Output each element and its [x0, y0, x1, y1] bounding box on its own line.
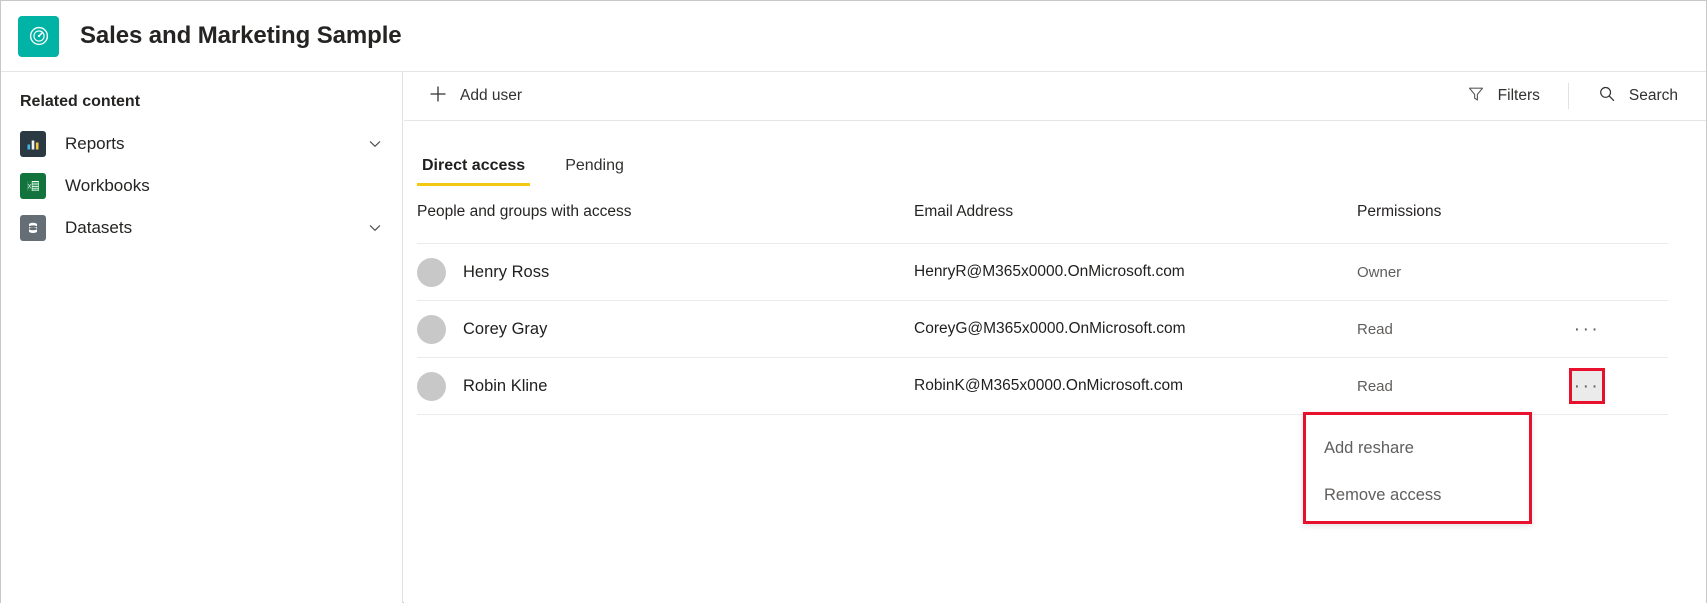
access-tabs: Direct access Pending [404, 133, 1706, 186]
bar-chart-icon [20, 131, 46, 157]
sidebar-item-label: Datasets [65, 218, 367, 238]
actions-cell: ··· [1572, 371, 1668, 401]
row-context-menu: Add reshare Remove access [1303, 412, 1532, 524]
sidebar-heading: Related content [20, 93, 402, 111]
command-bar: Add user Filters [404, 72, 1706, 121]
table-header-row: People and groups with access Email Addr… [417, 203, 1668, 244]
permission-cell: Read [1357, 321, 1572, 338]
sidebar-item-reports[interactable]: Reports [1, 123, 402, 165]
more-options-icon[interactable]: ··· [1572, 371, 1602, 401]
email-cell: HenryR@M365x0000.OnMicrosoft.com [914, 263, 1357, 281]
search-label: Search [1629, 87, 1678, 105]
page-title: Sales and Marketing Sample [80, 22, 402, 50]
app-header: Sales and Marketing Sample [1, 1, 1706, 72]
add-user-button[interactable]: Add user [422, 79, 528, 113]
column-header-permissions: Permissions [1357, 203, 1572, 221]
filters-button[interactable]: Filters [1460, 79, 1546, 113]
email-cell: CoreyG@M365x0000.OnMicrosoft.com [914, 320, 1357, 338]
avatar [417, 258, 446, 287]
actions-cell: ··· [1572, 314, 1668, 344]
more-options-icon[interactable]: ··· [1572, 314, 1602, 344]
chevron-down-icon[interactable] [367, 220, 383, 236]
sidebar-item-label: Workbooks [65, 176, 383, 196]
sidebar-item-label: Reports [65, 134, 367, 154]
database-icon [20, 215, 46, 241]
column-header-people: People and groups with access [417, 203, 914, 221]
person-cell: Robin Kline [417, 372, 914, 401]
table-row[interactable]: Robin Kline RobinK@M365x0000.OnMicrosoft… [417, 358, 1668, 415]
gauge-icon [18, 16, 59, 57]
sidebar-nav-list: Reports X [1, 123, 402, 249]
excel-workbook-icon: X [20, 173, 46, 199]
permission-cell: Owner [1357, 264, 1572, 281]
search-button[interactable]: Search [1591, 79, 1684, 113]
plus-icon [428, 84, 448, 109]
svg-text:X: X [27, 184, 31, 190]
filters-label: Filters [1498, 87, 1540, 105]
permission-cell: Read [1357, 378, 1572, 395]
command-bar-divider [1568, 83, 1569, 109]
menu-item-remove-access[interactable]: Remove access [1306, 472, 1529, 519]
table-row[interactable]: Henry Ross HenryR@M365x0000.OnMicrosoft.… [417, 244, 1668, 301]
avatar [417, 372, 446, 401]
related-content-sidebar: Related content Reports [1, 72, 403, 603]
chevron-down-icon[interactable] [367, 136, 383, 152]
menu-item-add-reshare[interactable]: Add reshare [1306, 425, 1529, 472]
person-cell: Corey Gray [417, 315, 914, 344]
person-cell: Henry Ross [417, 258, 914, 287]
access-table: People and groups with access Email Addr… [417, 203, 1668, 415]
funnel-icon [1466, 84, 1486, 109]
tab-label: Direct access [422, 157, 525, 174]
share-permissions-window: Sales and Marketing Sample Related conte… [0, 0, 1707, 603]
command-bar-right: Filters Search [1460, 79, 1684, 113]
add-user-label: Add user [460, 87, 522, 105]
search-icon [1597, 84, 1617, 109]
email-cell: RobinK@M365x0000.OnMicrosoft.com [914, 377, 1357, 395]
sidebar-item-datasets[interactable]: Datasets [1, 207, 402, 249]
person-name: Corey Gray [463, 320, 547, 339]
menu-item-label: Add reshare [1324, 439, 1414, 458]
person-name: Robin Kline [463, 377, 547, 396]
column-header-email: Email Address [914, 203, 1357, 221]
person-name: Henry Ross [463, 263, 549, 282]
tab-pending[interactable]: Pending [560, 157, 629, 186]
table-row[interactable]: Corey Gray CoreyG@M365x0000.OnMicrosoft.… [417, 301, 1668, 358]
menu-item-label: Remove access [1324, 486, 1441, 505]
tab-direct-access[interactable]: Direct access [417, 157, 530, 186]
avatar [417, 315, 446, 344]
sidebar-item-workbooks[interactable]: X Workbooks [1, 165, 402, 207]
actions-cell: ··· [1572, 257, 1668, 287]
tab-label: Pending [565, 157, 624, 174]
